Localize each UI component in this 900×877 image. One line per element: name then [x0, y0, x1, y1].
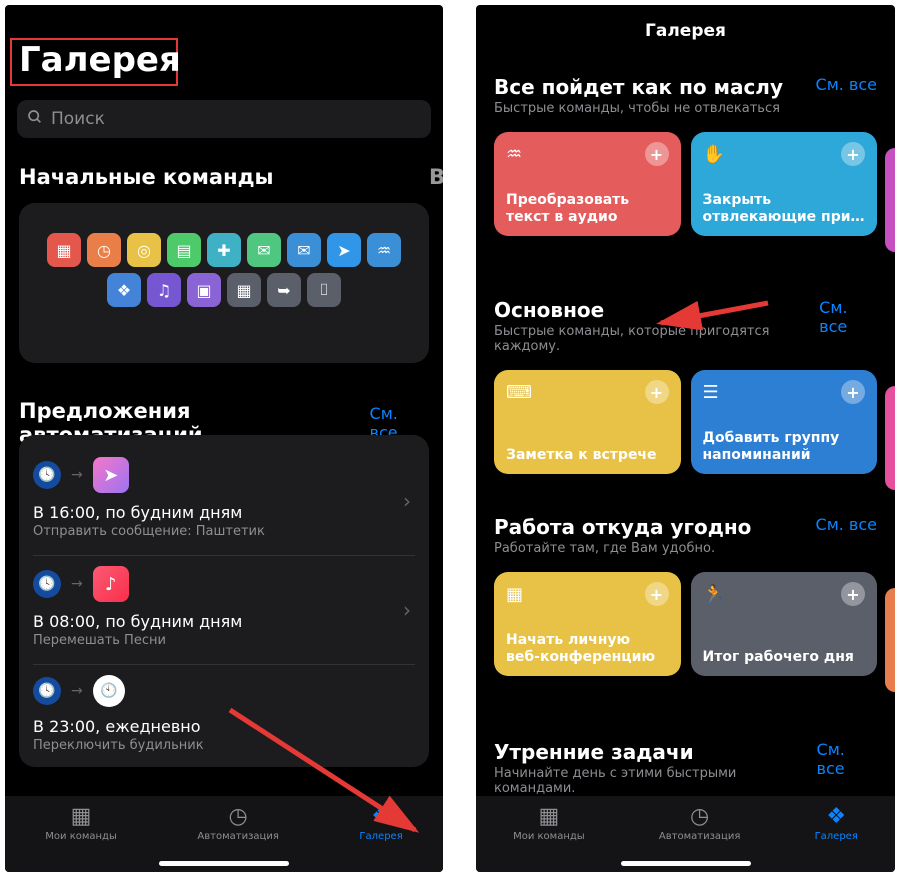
shortcut-meeting-note[interactable]: ⌨ + Заметка к встрече: [494, 370, 681, 474]
starter-icon-grid: ▦ ◷ ◎ ▤ ✚ ✉ ✉ ➤ ♒ ❖ ♫ ▣ ▦ ➥ ⌷: [37, 233, 411, 307]
search-input[interactable]: Поиск: [17, 100, 431, 138]
automation-title: В 08:00, по будним дням: [33, 612, 415, 631]
add-icon: ✚: [207, 233, 241, 267]
search-icon: [27, 109, 43, 129]
automation-title: В 16:00, по будним дням: [33, 503, 415, 522]
automation-subtitle: Отправить сообщение: Паштетик: [33, 524, 415, 539]
see-all-link[interactable]: См. все: [817, 740, 877, 778]
scan-icon: ⌷: [307, 273, 341, 307]
timer-icon: ◷: [87, 233, 121, 267]
home-indicator[interactable]: [621, 861, 751, 866]
clock-icon: 🕓: [33, 677, 61, 705]
layers-icon: ❖: [826, 804, 846, 829]
search-placeholder: Поиск: [51, 109, 105, 129]
chevron-right-icon: ›: [403, 489, 411, 513]
add-icon[interactable]: +: [645, 380, 669, 404]
next-card-peek[interactable]: [885, 588, 895, 692]
see-all-link[interactable]: См. все: [816, 515, 877, 534]
automation-item[interactable]: 🕓 → ♪ В 08:00, по будним дням Перемешать…: [33, 556, 415, 665]
shortcut-label: Итог рабочего дня: [703, 649, 866, 666]
arrow-icon: →: [71, 683, 83, 699]
clock-icon: 🕓: [33, 461, 61, 489]
section-starter-title: Начальные команды: [19, 165, 274, 189]
tab-label: Автоматизация: [659, 831, 740, 842]
add-icon[interactable]: +: [841, 142, 865, 166]
tab-my-shortcuts[interactable]: ▦ Мои команды: [513, 804, 585, 842]
telegram-icon: ➤: [93, 457, 129, 493]
calendar-icon: ▦: [506, 584, 523, 605]
photo-icon: ▣: [187, 273, 221, 307]
grid-icon: ▦: [539, 804, 560, 829]
shortcut-label: Добавить группу напоминаний: [703, 430, 866, 464]
annotation-arrow: [653, 298, 773, 338]
music-icon: ♫: [147, 273, 181, 307]
section-subtitle: Работайте там, где Вам удобно.: [494, 541, 751, 556]
shortcut-label: Заметка к встрече: [506, 447, 669, 464]
arrow-icon: →: [71, 467, 83, 483]
see-all-link[interactable]: См. все: [819, 298, 877, 336]
tab-label: Мои команды: [45, 831, 117, 842]
next-section-peek: В: [429, 165, 443, 189]
shortcut-text-to-audio[interactable]: ♒ + Преобразовать текст в аудио: [494, 132, 681, 236]
send-icon: ➤: [327, 233, 361, 267]
section-title: Все пойдет как по маслу: [494, 75, 783, 99]
shortcut-label: Начать личную веб-конференцию: [506, 632, 669, 666]
add-icon[interactable]: +: [645, 582, 669, 606]
wave-icon: ♒: [367, 233, 401, 267]
screenshot-right: Галерея Все пойдет как по маслу Быстрые …: [476, 5, 895, 872]
nav-title: Галерея: [476, 21, 895, 41]
hand-icon: ✋: [703, 144, 725, 165]
clock-icon: ◷: [690, 804, 709, 829]
automation-item[interactable]: 🕓 → ➤ В 16:00, по будним дням Отправить …: [33, 447, 415, 556]
shortcut-close-distracting[interactable]: ✋ + Закрыть отвлекающие при…: [691, 132, 878, 236]
tab-bar: ▦ Мои команды ◷ Автоматизация ❖ Галерея: [476, 796, 895, 872]
clock-icon: 🕓: [33, 570, 61, 598]
page-title: Галерея: [19, 40, 181, 80]
section-morning: Утренние задачи Начинайте день с этими б…: [494, 740, 877, 796]
next-card-peek[interactable]: [885, 148, 895, 252]
chevron-right-icon: ›: [403, 598, 411, 622]
automation-subtitle: Перемешать Песни: [33, 633, 415, 648]
section-title: Утренние задачи: [494, 740, 817, 764]
tab-label: Мои команды: [513, 831, 585, 842]
keyboard-icon: ⌨: [506, 382, 532, 403]
tab-gallery[interactable]: ❖ Галерея: [815, 804, 858, 842]
annotation-arrow: [220, 700, 430, 850]
qr-icon: ▦: [227, 273, 261, 307]
section-subtitle: Быстрые команды, чтобы не отвлекаться: [494, 101, 783, 116]
shortcut-label: Преобразовать текст в аудио: [506, 192, 669, 226]
add-icon[interactable]: +: [841, 582, 865, 606]
shortcut-day-summary[interactable]: 🏃 + Итог рабочего дня: [691, 572, 878, 676]
message-icon: ✉: [247, 233, 281, 267]
calendar-icon: ▦: [47, 233, 81, 267]
mail-icon: ✉: [287, 233, 321, 267]
next-card-peek[interactable]: [885, 386, 895, 490]
shortcut-add-reminder-group[interactable]: ☰ + Добавить группу напоминаний: [691, 370, 878, 474]
stack-icon: ❖: [107, 273, 141, 307]
airdrop-icon: ◎: [127, 233, 161, 267]
alarm-clock-icon: 🕙: [93, 675, 125, 707]
section-subtitle: Начинайте день с этими быстрыми командам…: [494, 766, 817, 796]
add-icon[interactable]: +: [645, 142, 669, 166]
section-work-anywhere: Работа откуда угодно Работайте там, где …: [494, 515, 877, 676]
shortcut-label: Закрыть отвлекающие при…: [703, 192, 866, 226]
music-app-icon: ♪: [93, 566, 129, 602]
starter-shortcuts-card[interactable]: ▦ ◷ ◎ ▤ ✚ ✉ ✉ ➤ ♒ ❖ ♫ ▣ ▦ ➥ ⌷: [19, 203, 429, 363]
audio-wave-icon: ♒: [506, 144, 522, 165]
see-all-link[interactable]: См. все: [816, 75, 877, 94]
section-smooth: Все пойдет как по маслу Быстрые команды,…: [494, 75, 877, 236]
share-icon: ➥: [267, 273, 301, 307]
tab-my-shortcuts[interactable]: ▦ Мои команды: [45, 804, 117, 842]
section-title: Работа откуда угодно: [494, 515, 751, 539]
shortcut-start-webconf[interactable]: ▦ + Начать личную веб-конференцию: [494, 572, 681, 676]
arrow-icon: →: [71, 576, 83, 592]
home-indicator[interactable]: [159, 861, 289, 866]
grid-icon: ▦: [71, 804, 92, 829]
list-icon: ☰: [703, 382, 719, 403]
tab-label: Галерея: [815, 831, 858, 842]
note-icon: ▤: [167, 233, 201, 267]
running-icon: 🏃: [703, 584, 725, 605]
tab-automation[interactable]: ◷ Автоматизация: [659, 804, 740, 842]
add-icon[interactable]: +: [841, 380, 865, 404]
